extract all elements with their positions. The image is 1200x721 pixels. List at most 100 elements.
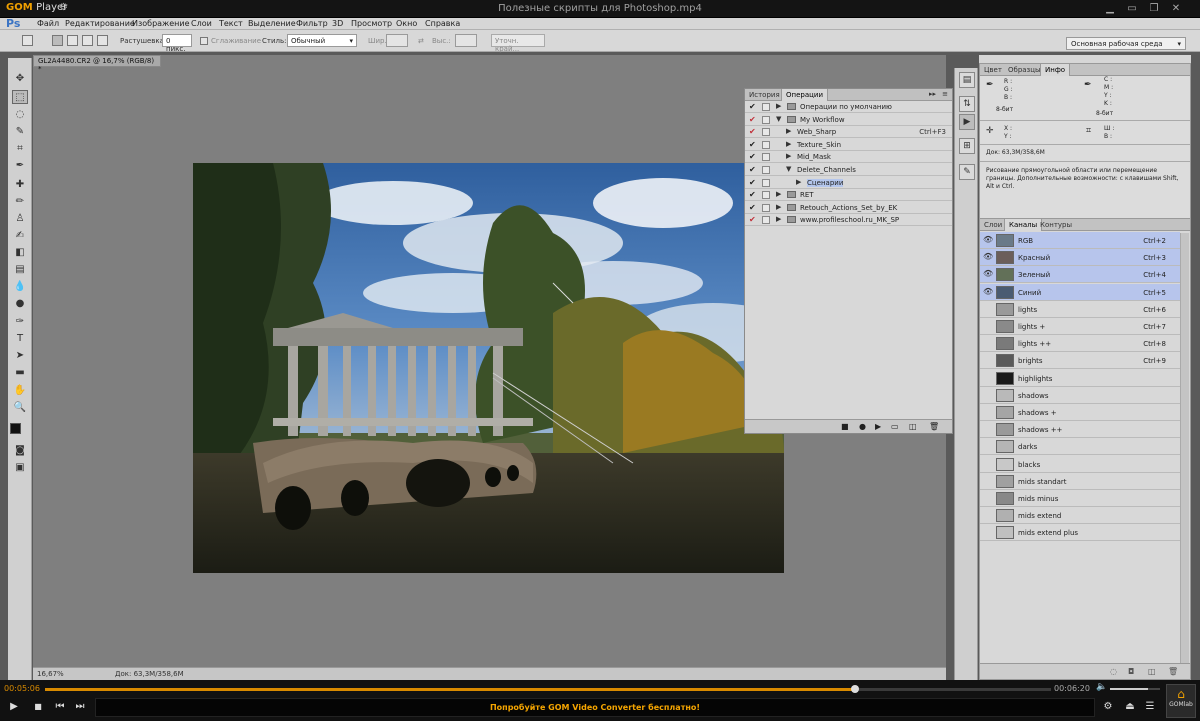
menu-image[interactable]: Изображение bbox=[132, 19, 190, 28]
menu-view[interactable]: Просмотр bbox=[351, 19, 392, 28]
eye-icon[interactable]: 👁 bbox=[983, 287, 993, 297]
channel-row[interactable]: lights Ctrl+6 bbox=[980, 301, 1180, 318]
promo-banner[interactable]: Попробуйте GOM Video Converter бесплатно… bbox=[95, 698, 1095, 717]
collapsed-triangle-icon[interactable]: ▶ bbox=[786, 127, 791, 135]
channel-row[interactable]: mids standart bbox=[980, 473, 1180, 490]
dialog-toggle-box[interactable] bbox=[762, 140, 770, 149]
collapsed-triangle-icon[interactable]: ▶ bbox=[776, 102, 781, 110]
action-row[interactable]: ✔ ▶ Web_Sharp Ctrl+F3 bbox=[745, 126, 952, 139]
channels-scrollbar[interactable] bbox=[1180, 233, 1189, 663]
zoom-tool-icon[interactable]: 🔍 bbox=[12, 401, 28, 415]
dialog-toggle-box[interactable] bbox=[762, 153, 770, 162]
menu-window[interactable]: Окно bbox=[396, 19, 417, 28]
menu-help[interactable]: Справка bbox=[425, 19, 460, 28]
healing-tool-icon[interactable]: ✚ bbox=[12, 178, 28, 192]
action-toggle-check[interactable]: ✔ bbox=[749, 215, 756, 224]
collapsed-triangle-icon[interactable]: ▶ bbox=[786, 140, 791, 148]
channel-row[interactable]: blacks bbox=[980, 456, 1180, 473]
action-toggle-check[interactable]: ✔ bbox=[749, 115, 756, 124]
dialog-toggle-box[interactable] bbox=[762, 216, 770, 225]
next-button[interactable]: ⏭ bbox=[72, 699, 88, 715]
visibility-toggle[interactable] bbox=[983, 510, 993, 520]
brush-panel-icon[interactable]: ✎ bbox=[959, 164, 975, 180]
history-panel-icon[interactable]: ▤ bbox=[959, 72, 975, 88]
action-toggle-check[interactable]: ✔ bbox=[749, 190, 756, 199]
action-row[interactable]: ✔ ▶ Mid_Mask bbox=[745, 151, 952, 164]
visibility-toggle[interactable] bbox=[983, 424, 993, 434]
workspace-select[interactable]: Основная рабочая среда ▾ bbox=[1066, 37, 1186, 50]
collapsed-triangle-icon[interactable]: ▶ bbox=[796, 178, 801, 186]
playlist-icon[interactable]: ☰ bbox=[1142, 699, 1158, 715]
menu-edit[interactable]: Редактирование bbox=[65, 19, 135, 28]
new-selection-icon[interactable] bbox=[52, 35, 63, 46]
mini-mode-icon[interactable]: ▭ bbox=[1124, 2, 1140, 15]
new-action-icon[interactable]: ◫ bbox=[909, 422, 917, 431]
visibility-toggle[interactable] bbox=[983, 493, 993, 503]
channel-row[interactable]: 👁 Синий Ctrl+5 bbox=[980, 283, 1180, 301]
feather-input[interactable]: 0 пикс. bbox=[162, 34, 192, 53]
rect-marquee-tool-icon[interactable]: ⬚ bbox=[12, 90, 28, 104]
eyedropper-tool-icon[interactable]: ✒ bbox=[12, 159, 28, 173]
channel-row[interactable]: shadows ++ bbox=[980, 421, 1180, 439]
channel-row[interactable]: 👁 RGB Ctrl+2 bbox=[980, 232, 1180, 249]
add-selection-icon[interactable] bbox=[67, 35, 78, 46]
eye-icon[interactable]: 👁 bbox=[983, 235, 993, 245]
channel-row[interactable]: mids extend bbox=[980, 507, 1180, 525]
menu-select[interactable]: Выделение bbox=[248, 19, 296, 28]
action-row[interactable]: ✔ ▶ Операции по умолчанию bbox=[745, 101, 952, 113]
hand-tool-icon[interactable]: ✋ bbox=[12, 384, 28, 398]
volume-slider[interactable] bbox=[1110, 688, 1160, 690]
tab-layers[interactable]: Слои bbox=[980, 219, 1006, 231]
channel-row[interactable]: 👁 Красный Ctrl+3 bbox=[980, 249, 1180, 267]
new-channel-icon[interactable]: ◫ bbox=[1148, 667, 1156, 676]
load-selection-icon[interactable]: ◌ bbox=[1110, 667, 1117, 676]
width-input[interactable] bbox=[386, 34, 408, 47]
action-toggle-check[interactable]: ✔ bbox=[749, 165, 756, 174]
dodge-tool-icon[interactable]: ● bbox=[12, 297, 28, 311]
collapse-icon[interactable]: ▸▸ bbox=[929, 90, 936, 98]
dialog-toggle-box[interactable] bbox=[762, 178, 770, 187]
dialog-toggle-box[interactable] bbox=[762, 191, 770, 200]
zoom-level[interactable]: 16,67% bbox=[37, 670, 64, 678]
action-toggle-check[interactable]: ✔ bbox=[749, 203, 756, 212]
swap-icon[interactable]: ⇄ bbox=[418, 37, 424, 45]
action-row[interactable]: ✔ ▼ Delete_Channels bbox=[745, 164, 952, 176]
menu-3d[interactable]: 3D bbox=[332, 19, 343, 28]
move-tool-icon[interactable]: ✥ bbox=[12, 72, 28, 86]
action-toggle-check[interactable]: ✔ bbox=[749, 152, 756, 161]
close-icon[interactable]: ✕ bbox=[1168, 2, 1184, 15]
action-row[interactable]: ✔ ▼ My Workflow bbox=[745, 114, 952, 126]
pen-tool-icon[interactable]: ✑ bbox=[12, 315, 28, 329]
properties-panel-icon[interactable]: ⊞ bbox=[959, 138, 975, 154]
collapsed-triangle-icon[interactable]: ▶ bbox=[776, 203, 781, 211]
tab-history[interactable]: История bbox=[745, 89, 784, 101]
antialias-checkbox[interactable] bbox=[200, 37, 208, 45]
visibility-toggle[interactable] bbox=[983, 476, 993, 486]
play-icon[interactable]: ▶ bbox=[875, 422, 881, 431]
stamp-tool-icon[interactable]: ♙ bbox=[12, 212, 28, 226]
play-action-icon[interactable]: ▶ bbox=[959, 114, 975, 130]
visibility-toggle[interactable] bbox=[983, 527, 993, 537]
expanded-triangle-icon[interactable]: ▼ bbox=[786, 165, 791, 173]
seek-handle[interactable] bbox=[850, 685, 859, 693]
channel-row[interactable]: lights ++ Ctrl+8 bbox=[980, 335, 1180, 353]
channel-row[interactable]: mids extend plus bbox=[980, 524, 1180, 542]
type-tool-icon[interactable]: T bbox=[12, 332, 28, 346]
style-select[interactable]: Обычный ▾ bbox=[287, 34, 357, 47]
record-icon[interactable]: ● bbox=[859, 422, 866, 431]
channel-row[interactable]: highlights bbox=[980, 370, 1180, 387]
subtract-selection-icon[interactable] bbox=[82, 35, 93, 46]
menu-filter[interactable]: Фильтр bbox=[296, 19, 328, 28]
restore-icon[interactable]: ❐ bbox=[1146, 2, 1162, 15]
visibility-toggle[interactable] bbox=[983, 355, 993, 365]
visibility-toggle[interactable] bbox=[983, 390, 993, 400]
marquee-preset-icon[interactable] bbox=[22, 35, 33, 46]
dialog-toggle-box[interactable] bbox=[762, 128, 770, 137]
channel-row[interactable]: 👁 Зеленый Ctrl+4 bbox=[980, 266, 1180, 284]
dialog-toggle-box[interactable] bbox=[762, 115, 770, 124]
tab-actions[interactable]: Операции bbox=[781, 89, 828, 101]
channel-row[interactable]: lights + Ctrl+7 bbox=[980, 318, 1180, 335]
action-toggle-check[interactable]: ✔ bbox=[749, 102, 756, 111]
tab-color[interactable]: Цвет bbox=[980, 64, 1006, 76]
action-toggle-check[interactable]: ✔ bbox=[749, 140, 756, 149]
